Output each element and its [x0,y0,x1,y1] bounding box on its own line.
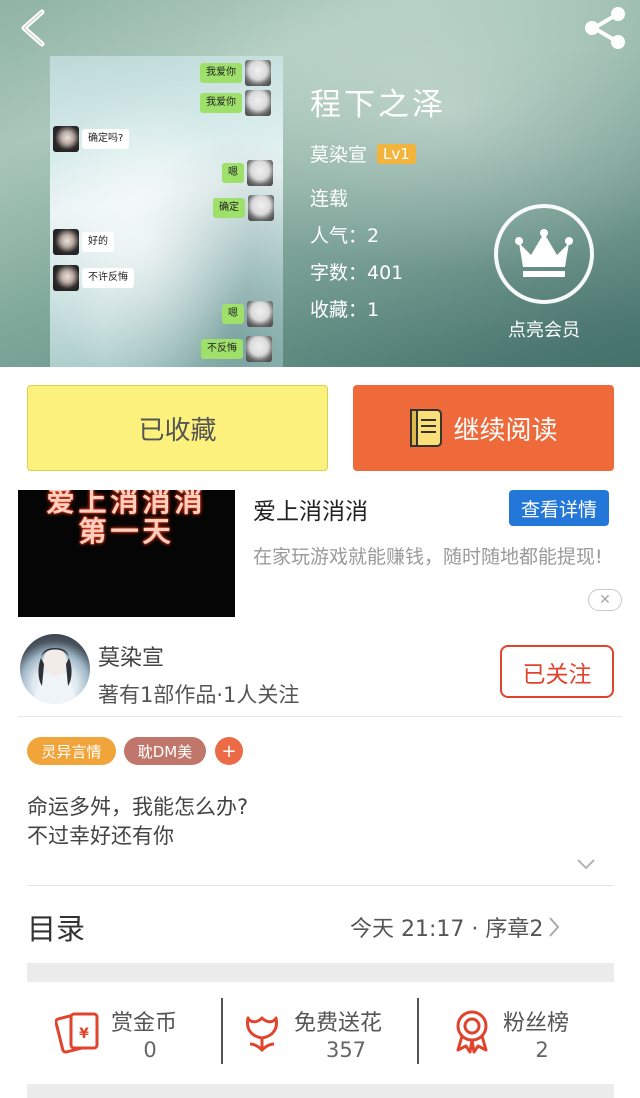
section-separator [27,963,614,982]
ad-image[interactable]: 爱上消消消 第一天 [18,490,235,617]
chat-message: 好的 [50,229,114,255]
chat-message: 我爱你 [200,60,274,86]
continue-reading-label: 继续阅读 [453,415,558,446]
divider [27,885,614,886]
reward-coins-button[interactable]: ¥ 赏金币 0 [55,998,205,1068]
chat-bubble: 我爱你 [200,93,242,113]
book-description: 命运多舛，我能怎么办? 不过幸好还有你 [27,793,248,851]
collected-button[interactable]: 已收藏 [27,385,328,471]
author-line[interactable]: 莫染宣 Lv1 [310,140,446,167]
flower-icon [246,1016,278,1053]
ad-description[interactable]: 在家玩游戏就能赚钱，随时随地都能提现! [253,543,625,571]
ad-title[interactable]: 爱上消消消 [253,492,368,526]
description-line: 命运多舛，我能怎么办? [27,795,249,819]
book-title: 程下之泽 [310,87,446,123]
section-separator [27,1084,614,1098]
chat-message: 嗯 [222,160,276,186]
tag-category[interactable]: 耽DM美 [124,737,206,765]
tag-genre[interactable]: 灵异言情 [27,737,116,765]
chat-avatar [248,195,274,221]
author-card-name[interactable]: 莫染宣 [98,640,164,672]
stat-label: 免费送花 [294,1011,383,1036]
author-avatar[interactable] [20,634,90,704]
vip-badge [494,204,594,304]
chat-avatar [53,229,79,255]
expand-description-button[interactable] [575,855,597,873]
description-line: 不过幸好还有你 [27,824,174,848]
chat-avatar [245,60,271,86]
chat-bubble: 不反悔 [201,339,243,359]
continue-reading-button[interactable]: 继续阅读 [353,385,614,471]
popularity: 人气：2 [310,225,380,247]
book-cover[interactable]: 我爱你 我爱你 确定吗? 嗯 确定 好的 不许反悔 嗯 不反悔 [50,56,283,367]
chat-avatar [53,126,79,152]
avatar-figure [34,648,76,704]
chat-avatar [247,301,273,327]
chat-message: 不反悔 [201,336,275,362]
red-envelope-icon: ¥ [55,1012,99,1054]
chat-avatar [53,265,79,291]
svg-text:¥: ¥ [79,1026,89,1042]
chat-bubble: 不许反悔 [82,268,134,288]
ad-close-button[interactable]: ✕ [588,589,622,611]
chat-bubble: 确定 [213,198,245,218]
free-flowers-button[interactable]: 免费送花 357 [242,998,412,1068]
author-card-stats: 著有1部作品·1人关注 [98,683,300,707]
chat-avatar [247,160,273,186]
chat-avatar [246,336,272,362]
fan-ranking-button[interactable]: 粉丝榜 2 [450,998,600,1068]
share-icon [585,7,625,49]
stat-value: 0 [143,1038,157,1062]
back-button[interactable] [14,6,54,50]
favorites-count: 收藏：1 [310,299,380,321]
add-tag-button[interactable]: + [215,737,243,765]
book-info: 程下之泽 莫染宣 Lv1 连载 人气：2 字数：401 收藏：1 [310,84,446,329]
book-icon [410,409,443,447]
chat-bubble: 确定吗? [82,129,130,149]
chat-message: 嗯 [222,301,276,327]
author-name[interactable]: 莫染宣 [310,140,367,167]
divider [18,716,622,717]
stat-label: 赏金币 [111,1011,178,1036]
collected-label: 已收藏 [138,415,217,446]
chat-bubble: 我爱你 [200,63,242,83]
stat-value: 357 [325,1038,367,1062]
level-badge: Lv1 [377,143,416,164]
crown-icon [515,229,573,277]
stat-label: 粉丝榜 [503,1011,570,1036]
book-status: 连载 [310,188,349,210]
book-header: 我爱你 我爱你 确定吗? 嗯 确定 好的 不许反悔 嗯 不反悔 程下之泽 莫染宣… [0,0,640,367]
latest-chapter: 今天 21:17 · 序章2 [350,917,544,942]
chat-message: 不许反悔 [50,265,134,291]
word-count: 字数：401 [310,262,404,284]
ad-image-line2: 第一天 [78,515,175,548]
vip-button[interactable]: 点亮会员 [494,204,594,341]
chat-message: 确定吗? [50,126,130,152]
chevron-right-icon [549,917,560,937]
chat-message: 确定 [213,195,277,221]
chat-bubble: 嗯 [222,163,244,183]
chat-avatar [245,90,271,116]
chat-bubble: 好的 [82,232,114,252]
chat-message: 我爱你 [200,90,274,116]
ad-detail-button[interactable]: 查看详情 [509,490,609,526]
medal-icon [456,1010,488,1054]
share-button[interactable] [580,6,630,50]
vip-label: 点亮会员 [508,320,580,341]
chevron-left-icon [21,9,45,47]
stat-value: 2 [535,1038,549,1062]
chat-bubble: 嗯 [222,304,244,324]
catalog-title[interactable]: 目录 [27,906,85,948]
follow-button[interactable]: 已关注 [500,645,614,698]
stat-divider [417,998,419,1064]
latest-chapter-link[interactable]: 今天 21:17 · 序章2 [350,911,561,943]
chevron-down-icon [577,859,595,870]
close-icon: ✕ [599,592,611,608]
stat-divider [221,998,223,1064]
